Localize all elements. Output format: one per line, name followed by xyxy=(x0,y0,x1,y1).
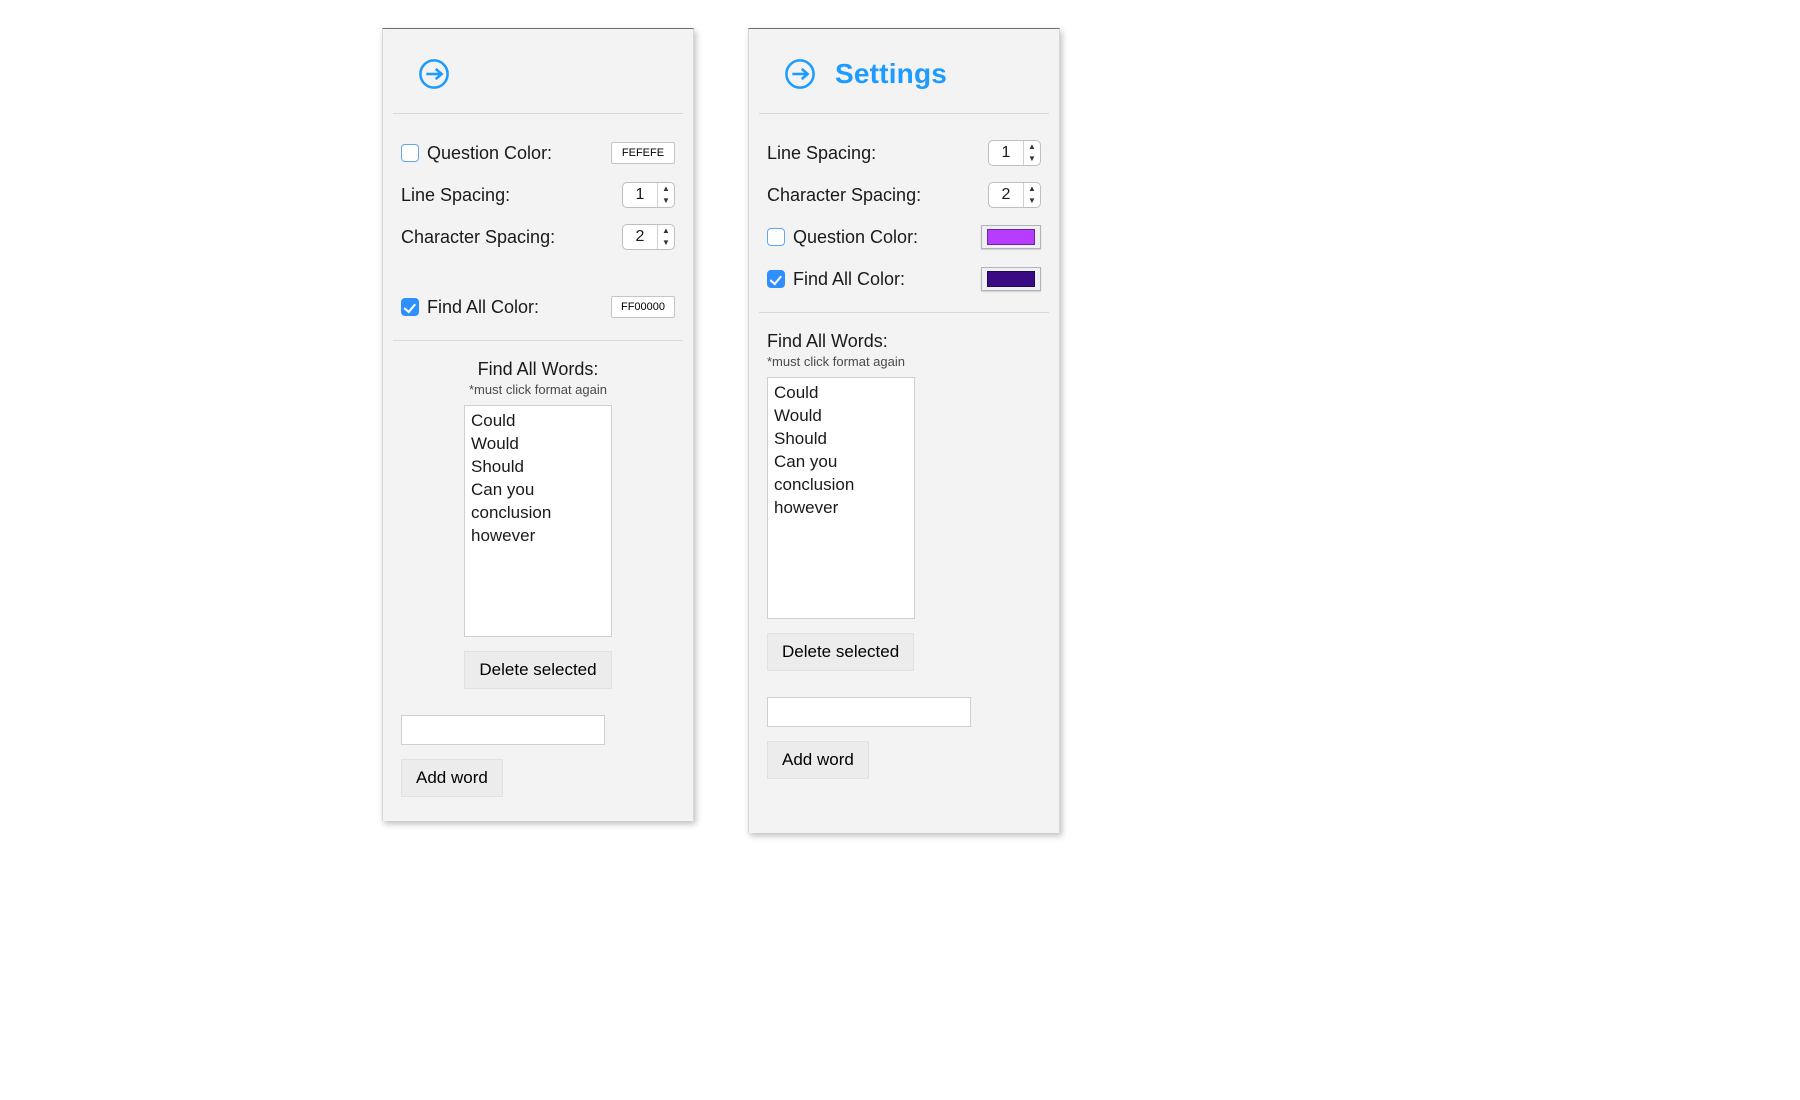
list-item[interactable]: Could xyxy=(471,410,605,433)
line-spacing-value: 1 xyxy=(623,183,657,207)
character-spacing-row: Character Spacing: 2 ▲▼ xyxy=(767,174,1041,216)
question-color-input[interactable] xyxy=(611,142,675,164)
line-spacing-value: 1 xyxy=(989,141,1023,165)
list-item[interactable]: conclusion xyxy=(471,502,605,525)
question-color-label: Question Color: xyxy=(427,143,552,164)
line-spacing-row: Line Spacing: 1 ▲▼ xyxy=(767,132,1041,174)
chevron-down-icon[interactable]: ▼ xyxy=(658,195,674,207)
chevron-up-icon[interactable]: ▲ xyxy=(658,225,674,237)
character-spacing-value: 2 xyxy=(989,183,1023,207)
find-all-words-list[interactable]: CouldWouldShouldCan youconclusionhowever xyxy=(767,377,915,619)
find-all-color-checkbox[interactable] xyxy=(401,298,419,316)
arrow-circle-right-icon xyxy=(783,57,817,91)
question-color-checkbox[interactable] xyxy=(401,144,419,162)
settings-panel-variant-b: Settings Line Spacing: 1 ▲▼ Character Sp… xyxy=(748,28,1060,833)
divider xyxy=(393,340,683,341)
list-item[interactable]: however xyxy=(471,525,605,548)
find-all-words-label: Find All Words: xyxy=(478,353,599,382)
question-color-row: Question Color: xyxy=(401,132,675,174)
panel-header: Settings xyxy=(759,29,1049,114)
character-spacing-label: Character Spacing: xyxy=(401,227,555,248)
chevron-up-icon[interactable]: ▲ xyxy=(1024,141,1040,153)
find-all-color-swatch[interactable] xyxy=(981,267,1041,291)
list-item[interactable]: however xyxy=(774,497,908,520)
settings-panel-variant-a: Question Color: Line Spacing: 1 ▲▼ Chara… xyxy=(382,28,694,821)
panel-header xyxy=(393,29,683,114)
chevron-down-icon[interactable]: ▼ xyxy=(658,237,674,249)
settings-section: Line Spacing: 1 ▲▼ Character Spacing: 2 … xyxy=(749,114,1059,304)
list-item[interactable]: Can you xyxy=(471,479,605,502)
chevron-up-icon[interactable]: ▲ xyxy=(658,183,674,195)
find-all-words-note: *must click format again xyxy=(469,382,607,405)
list-item[interactable]: Would xyxy=(471,433,605,456)
find-all-color-row: Find All Color: xyxy=(767,258,1041,300)
line-spacing-row: Line Spacing: 1 ▲▼ xyxy=(401,174,675,216)
question-color-label: Question Color: xyxy=(793,227,918,248)
delete-selected-button[interactable]: Delete selected xyxy=(767,633,914,671)
find-all-words-note: *must click format again xyxy=(767,354,1041,377)
add-word-button[interactable]: Add word xyxy=(401,759,503,797)
question-color-swatch[interactable] xyxy=(981,225,1041,249)
line-spacing-stepper[interactable]: 1 ▲▼ xyxy=(988,140,1041,166)
delete-selected-button[interactable]: Delete selected xyxy=(464,651,611,689)
chevron-down-icon[interactable]: ▼ xyxy=(1024,153,1040,165)
character-spacing-stepper[interactable]: 2 ▲▼ xyxy=(988,182,1041,208)
character-spacing-row: Character Spacing: 2 ▲▼ xyxy=(401,216,675,258)
character-spacing-label: Character Spacing: xyxy=(767,185,921,206)
list-item[interactable]: Should xyxy=(471,456,605,479)
find-all-words-list[interactable]: CouldWouldShouldCan youconclusionhowever xyxy=(464,405,612,637)
line-spacing-stepper[interactable]: 1 ▲▼ xyxy=(622,182,675,208)
line-spacing-label: Line Spacing: xyxy=(767,143,876,164)
divider xyxy=(759,312,1049,313)
find-all-color-label: Find All Color: xyxy=(793,269,905,290)
chevron-up-icon[interactable]: ▲ xyxy=(1024,183,1040,195)
arrow-circle-right-icon xyxy=(417,57,451,91)
find-all-words-label: Find All Words: xyxy=(767,325,1041,354)
list-item[interactable]: Would xyxy=(774,405,908,428)
find-all-words-section: Find All Words: *must click format again… xyxy=(749,321,1059,779)
settings-section: Question Color: Line Spacing: 1 ▲▼ Chara… xyxy=(383,114,693,332)
find-all-color-row: Find All Color: xyxy=(401,286,675,328)
find-all-words-section: Find All Words: *must click format again… xyxy=(383,349,693,689)
find-all-color-checkbox[interactable] xyxy=(767,270,785,288)
character-spacing-stepper[interactable]: 2 ▲▼ xyxy=(622,224,675,250)
add-word-button[interactable]: Add word xyxy=(767,741,869,779)
color-swatch xyxy=(987,229,1035,245)
question-color-row: Question Color: xyxy=(767,216,1041,258)
list-item[interactable]: Can you xyxy=(774,451,908,474)
find-all-color-label: Find All Color: xyxy=(427,297,539,318)
new-word-input[interactable] xyxy=(401,715,605,745)
chevron-down-icon[interactable]: ▼ xyxy=(1024,195,1040,207)
character-spacing-value: 2 xyxy=(623,225,657,249)
panel-title: Settings xyxy=(835,58,947,90)
color-swatch xyxy=(987,271,1035,287)
list-item[interactable]: Should xyxy=(774,428,908,451)
line-spacing-label: Line Spacing: xyxy=(401,185,510,206)
find-all-color-input[interactable] xyxy=(611,296,675,318)
list-item[interactable]: conclusion xyxy=(774,474,908,497)
list-item[interactable]: Could xyxy=(774,382,908,405)
question-color-checkbox[interactable] xyxy=(767,228,785,246)
new-word-input[interactable] xyxy=(767,697,971,727)
